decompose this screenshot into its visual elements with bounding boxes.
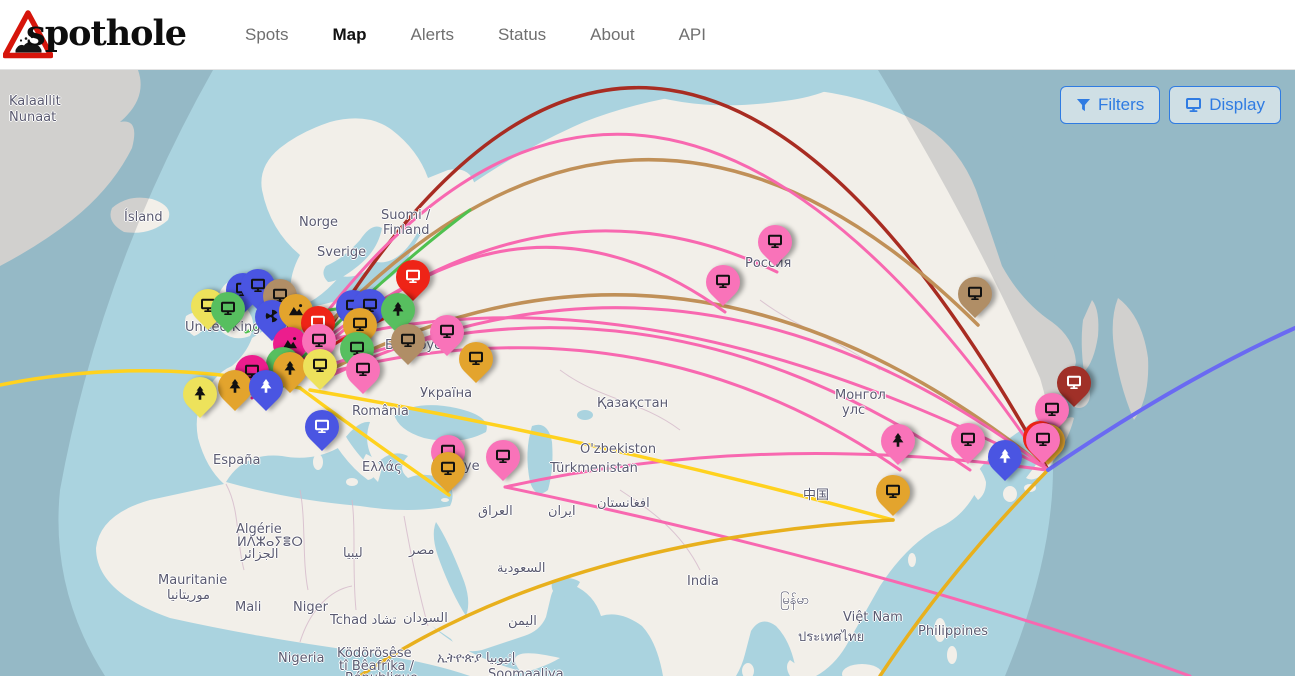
nav-spots[interactable]: Spots [245,25,288,45]
brand-logo[interactable]: spothole [0,0,200,70]
monitor-icon [220,300,236,316]
map-marker[interactable] [757,225,793,268]
map-marker[interactable] [182,377,218,420]
filter-funnel-icon [1076,98,1091,113]
monitor-icon [355,361,371,377]
map-marker[interactable] [302,349,338,392]
display-button[interactable]: Display [1169,86,1281,124]
map-marker[interactable] [458,342,494,385]
monitor-icon [440,460,456,476]
monitor-icon [767,233,783,249]
map-marker[interactable] [705,265,741,308]
map-marker[interactable] [1025,423,1061,466]
map-marker[interactable] [880,424,916,467]
nav-api[interactable]: API [679,25,706,45]
monitor-icon [967,285,983,301]
map-marker[interactable] [345,353,381,396]
monitor-icon [1035,431,1051,447]
monitor-icon [314,418,330,434]
tree-icon [258,378,274,394]
monitor-icon [1066,374,1082,390]
monitor-icon [495,448,511,464]
monitor-icon [885,483,901,499]
monitor-icon [439,323,455,339]
main-nav: Spots Map Alerts Status About API [245,25,706,45]
map-marker[interactable] [485,440,521,483]
nav-alerts[interactable]: Alerts [410,25,453,45]
map-marker[interactable] [304,410,340,453]
display-monitor-icon [1185,97,1202,113]
header: spothole Spots Map Alerts Status About A… [0,0,1295,70]
map-marker[interactable] [390,324,426,367]
map-marker[interactable] [957,277,993,320]
monitor-icon [1044,401,1060,417]
filters-button[interactable]: Filters [1060,86,1160,124]
map-marker[interactable] [950,423,986,466]
tree-icon [227,378,243,394]
map-markers [0,70,1295,676]
tree-icon [192,385,208,401]
monitor-icon [400,332,416,348]
monitor-icon [312,357,328,373]
nav-about[interactable]: About [590,25,634,45]
map-marker[interactable] [430,452,466,495]
brand-name: spothole [26,13,186,54]
map-canvas[interactable]: KalaallitNunaatÍslandNorgeSuomi /Finland… [0,70,1295,676]
nav-map[interactable]: Map [332,25,366,45]
map-marker[interactable] [987,440,1023,483]
map-marker[interactable] [875,475,911,518]
tree-icon [390,301,406,317]
map-marker[interactable] [248,370,284,413]
monitor-icon [352,316,368,332]
monitor-icon [715,273,731,289]
tree-icon [282,360,298,376]
map-marker[interactable] [210,292,246,335]
map-controls: Filters Display [1060,86,1281,124]
tree-icon [997,448,1013,464]
nav-status[interactable]: Status [498,25,546,45]
tree-icon [890,432,906,448]
monitor-icon [311,332,327,348]
monitor-icon [960,431,976,447]
monitor-icon [468,350,484,366]
monitor-icon [405,268,421,284]
